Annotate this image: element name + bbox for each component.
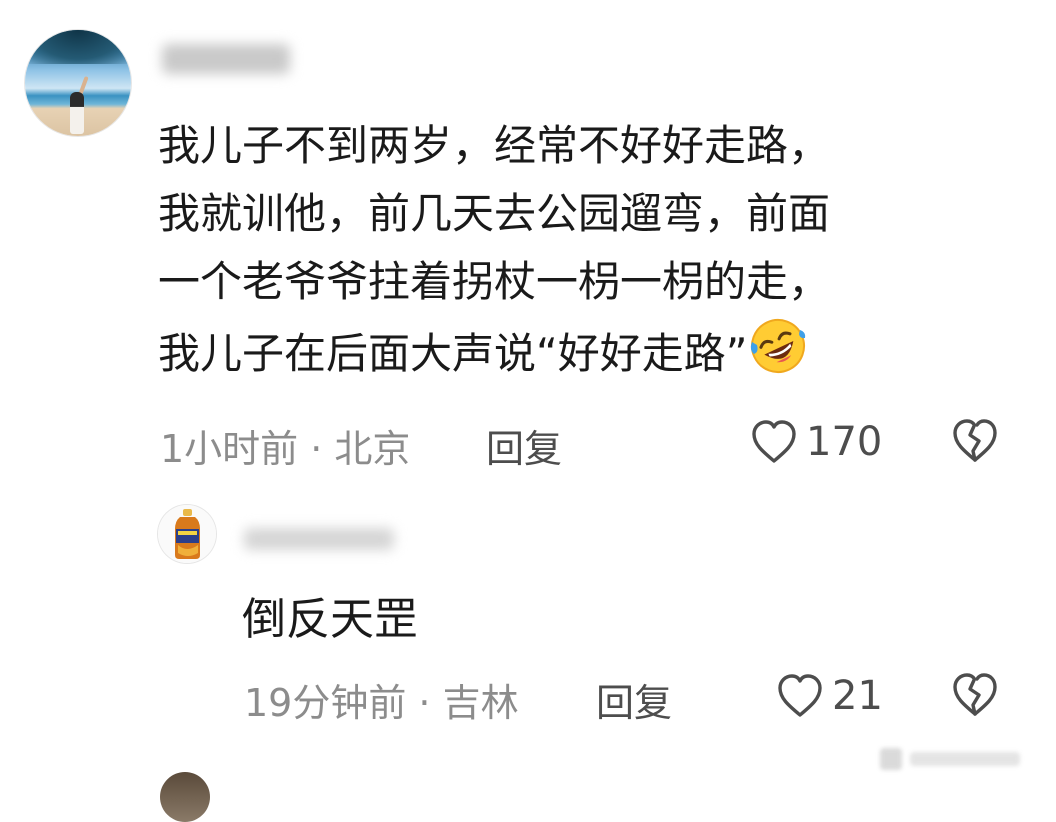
watermark-logo xyxy=(880,748,1020,770)
like-count: 21 xyxy=(832,673,883,719)
avatar[interactable] xyxy=(160,772,210,822)
comment-text: 我儿子不到两岁，经常不好好走路， 我就训他，前几天去公园遛弯，前面 一个老爷爷拄… xyxy=(158,112,1038,388)
avatar[interactable] xyxy=(158,505,216,563)
avatar-photo-umbrella xyxy=(25,30,131,64)
comment-line: 我就训他，前几天去公园遛弯，前面 xyxy=(158,189,831,238)
comment-line-last: 我儿子在后面大声说“好好走路” xyxy=(158,316,1038,388)
username-blurred[interactable] xyxy=(244,528,394,550)
like-count: 170 xyxy=(806,419,883,465)
like-button[interactable]: 170 xyxy=(750,416,882,468)
comment-line: 我儿子不到两岁，经常不好好走路， xyxy=(158,121,831,170)
like-button[interactable]: 21 xyxy=(776,670,883,722)
rofl-emoji-icon xyxy=(750,319,805,373)
avatar-photo-person xyxy=(70,92,84,134)
heart-outline-icon xyxy=(778,674,822,717)
reply-button[interactable]: 回复 xyxy=(596,672,672,727)
comment-line: 一个老爷爷拄着拐杖一枴一枴的走， xyxy=(158,257,831,306)
avatar[interactable] xyxy=(25,30,131,136)
reply-button[interactable]: 回复 xyxy=(486,418,562,473)
heart-outline-icon xyxy=(752,420,796,463)
drink-bottle-avatar-icon xyxy=(158,505,216,563)
comment-meta: 1小时前 · 北京 xyxy=(160,427,411,471)
reply-text: 倒反天罡 xyxy=(242,594,418,645)
reply-meta: 19分钟前 · 吉林 xyxy=(244,681,519,725)
broken-heart-icon[interactable] xyxy=(950,672,1000,718)
username-blurred[interactable] xyxy=(162,44,290,74)
broken-heart-icon[interactable] xyxy=(950,418,1000,464)
comment-line: 我儿子在后面大声说“好好走路” xyxy=(158,329,748,378)
